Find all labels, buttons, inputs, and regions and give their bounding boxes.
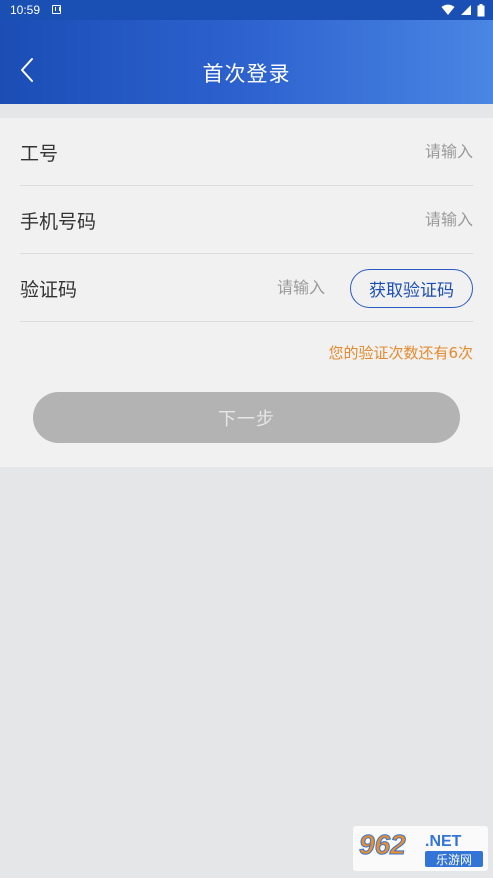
login-form: 工号 手机号码 验证码 获取验证码 您的验证次数还有6次 下一步	[0, 118, 493, 467]
next-step-button[interactable]: 下一步	[33, 392, 460, 443]
phone-row: 手机号码	[20, 186, 473, 254]
battery-icon	[477, 3, 485, 16]
notification-icon	[52, 5, 61, 14]
status-bar: 10:59	[0, 0, 493, 20]
wifi-icon	[441, 4, 455, 15]
verification-code-row: 验证码 获取验证码	[20, 254, 473, 322]
svg-text:962: 962	[359, 829, 406, 860]
watermark-logo: 962 .NET 乐游网	[353, 826, 488, 871]
employee-id-row: 工号	[20, 118, 473, 186]
status-time: 10:59	[10, 3, 41, 17]
verification-code-input[interactable]	[205, 274, 325, 300]
signal-icon	[461, 5, 471, 15]
page-title: 首次登录	[202, 62, 291, 86]
employee-id-label: 工号	[20, 143, 59, 165]
verification-code-label: 验证码	[20, 279, 78, 301]
phone-input[interactable]	[323, 206, 473, 232]
svg-text:乐游网: 乐游网	[436, 853, 472, 867]
phone-label: 手机号码	[20, 211, 97, 233]
get-code-button[interactable]: 获取验证码	[350, 269, 473, 308]
app-header: 首次登录	[0, 20, 493, 104]
remaining-attempts-hint: 您的验证次数还有6次	[328, 344, 473, 362]
svg-text:.NET: .NET	[425, 833, 462, 850]
system-icons	[441, 3, 485, 17]
employee-id-input[interactable]	[323, 138, 473, 164]
